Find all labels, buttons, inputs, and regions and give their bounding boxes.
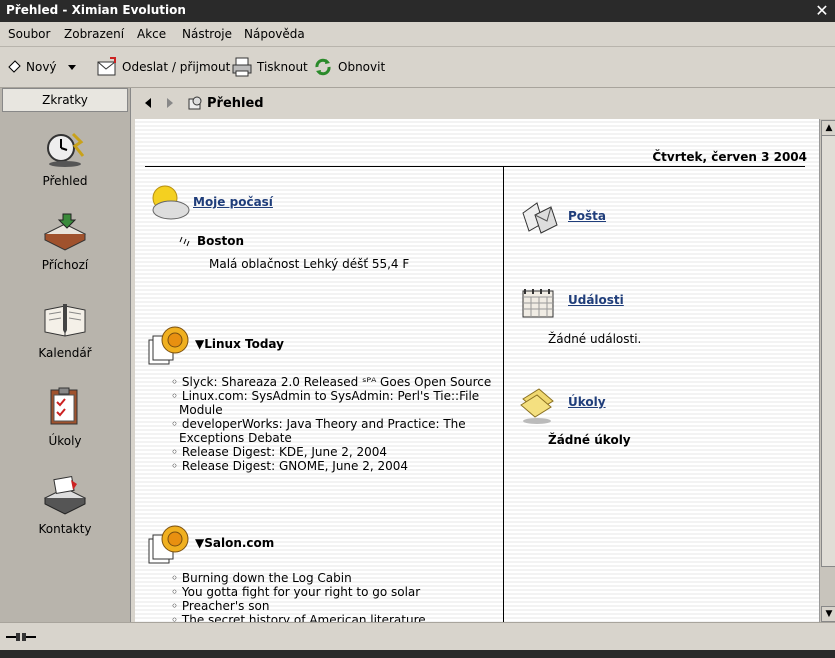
menu-bar: Soubor Zobrazení Akce Nástroje Nápověda: [0, 22, 835, 47]
new-document-icon: [8, 60, 21, 73]
header-divider: [145, 166, 805, 167]
sidebar-item-contacts[interactable]: Kontakty: [0, 474, 130, 536]
status-bar: [0, 622, 835, 651]
clipboard-tasks-icon: [50, 387, 78, 425]
list-item[interactable]: ◦ developerWorks: Java Theory and Practi…: [171, 417, 493, 445]
toolbar: Nový Odeslat / přijmout Tisknout Obnovit: [0, 47, 835, 88]
inbox-tray-icon: [43, 213, 87, 251]
sidebar-item-label: Kontakty: [38, 522, 92, 536]
feed-linux-today-title[interactable]: ▼Linux Today: [195, 337, 284, 351]
menu-zobrazeni[interactable]: Zobrazení: [64, 27, 124, 41]
sidebar-item-label: Kalendář: [38, 346, 92, 360]
list-item[interactable]: ◦ Preacher's son: [171, 599, 493, 613]
feed-title: Linux Today: [204, 337, 284, 351]
feed-item-text: developerWorks: Java Theory and Practice…: [179, 417, 466, 445]
feed-item-text: Release Digest: GNOME, June 2, 2004: [181, 459, 409, 473]
tasks-notes-icon: [520, 388, 554, 424]
feed-item-text: Burning down the Log Cabin: [181, 571, 352, 585]
sidebar-item-tasks[interactable]: Úkoly: [0, 386, 130, 448]
list-item[interactable]: ◦ You gotta fight for your right to go s…: [171, 585, 493, 599]
tasks-link[interactable]: Úkoly: [568, 395, 606, 409]
menu-soubor[interactable]: Soubor: [8, 27, 50, 41]
window-title: Přehled - Ximian Evolution: [6, 3, 186, 17]
menu-nastroje[interactable]: Nástroje: [182, 27, 232, 41]
scrollbar-thumb[interactable]: [821, 135, 835, 567]
close-window-button[interactable]: ✕: [813, 2, 831, 20]
sidebar-item-label: Příchozí: [41, 258, 89, 272]
refresh-button[interactable]: Obnovit: [312, 47, 385, 87]
news-feed-icon: [148, 326, 189, 365]
refresh-label: Obnovit: [338, 60, 386, 74]
title-bar: Přehled - Ximian Evolution ✕: [0, 0, 835, 22]
current-date: Čtvrtek, červen 3 2004: [652, 150, 807, 164]
dropdown-arrow-icon[interactable]: [65, 60, 79, 74]
events-calendar-icon: [522, 289, 554, 318]
shortcuts-sidebar: Zkratky Přehled Příchozí Kalendář Úkoly …: [0, 88, 131, 622]
feed-item-text: Slyck: Shareaza 2.0 Released ˢᴾᴬ Goes Op…: [181, 375, 492, 389]
weather-cloud-sun-icon: [152, 185, 190, 220]
summary-small-icon: [188, 96, 202, 110]
sidebar-item-calendar[interactable]: Kalendář: [0, 300, 130, 360]
scroll-up-arrow-icon[interactable]: ▲: [821, 120, 835, 136]
sidebar-item-label: Úkoly: [48, 434, 82, 448]
list-item[interactable]: ◦ The secret history of American literat…: [171, 613, 493, 622]
sidebar-item-summary[interactable]: Přehled: [0, 128, 130, 188]
column-divider: [503, 167, 504, 622]
print-button[interactable]: Tisknout: [231, 47, 308, 87]
summary-clock-icon: [47, 132, 85, 167]
list-item[interactable]: ◦ Linux.com: SysAdmin to SysAdmin: Perl'…: [171, 389, 493, 417]
events-link[interactable]: Události: [568, 293, 624, 307]
calendar-book-icon: [44, 304, 86, 337]
list-item[interactable]: ◦ Slyck: Shareaza 2.0 Released ˢᴾᴬ Goes …: [171, 375, 493, 389]
online-plug-icon[interactable]: [6, 631, 36, 643]
vertical-scrollbar[interactable]: ▲ ▼: [819, 119, 835, 622]
send-receive-icon: [97, 57, 116, 76]
scroll-down-arrow-icon[interactable]: ▼: [821, 606, 835, 622]
page-title: Přehled: [207, 96, 264, 111]
feed-item-text: Linux.com: SysAdmin to SysAdmin: Perl's …: [179, 389, 480, 417]
send-receive-button[interactable]: Odeslat / přijmout: [96, 47, 230, 87]
sidebar-item-label: Přehled: [42, 174, 88, 188]
news-feed-icon: [148, 525, 189, 564]
list-item[interactable]: ◦ Burning down the Log Cabin: [171, 571, 493, 585]
menu-akce[interactable]: Akce: [137, 27, 166, 41]
back-arrow-icon[interactable]: [143, 97, 153, 109]
feed-item-text: Release Digest: KDE, June 2, 2004: [181, 445, 388, 459]
new-button-label: Nový: [26, 60, 57, 74]
refresh-icon: [315, 58, 331, 76]
new-button[interactable]: Nový: [6, 47, 83, 87]
menu-napoveda[interactable]: Nápověda: [244, 27, 305, 41]
weather-title-link[interactable]: Moje počasí: [193, 195, 273, 209]
feed-linux-today-list: ◦ Slyck: Shareaza 2.0 Released ˢᴾᴬ Goes …: [171, 375, 493, 473]
printer-icon: [232, 57, 252, 77]
events-empty-text: Žádné události.: [548, 332, 642, 346]
print-label: Tisknout: [257, 60, 308, 74]
feed-salon-list: ◦ Burning down the Log Cabin ◦ You gotta…: [171, 571, 493, 622]
feed-item-text: The secret history of American literatur…: [181, 613, 426, 622]
list-item[interactable]: ◦ Release Digest: GNOME, June 2, 2004: [171, 459, 493, 473]
weather-city: Boston: [197, 234, 245, 248]
window-bottom-border: [0, 650, 835, 658]
mail-envelopes-icon: [522, 202, 558, 234]
summary-view: Čtvrtek, červen 3 2004 Moje počasí Bosto…: [135, 119, 819, 622]
sidebar-item-inbox[interactable]: Příchozí: [0, 212, 130, 272]
forward-arrow-icon[interactable]: [165, 97, 175, 109]
send-receive-label: Odeslat / přijmout: [122, 60, 231, 74]
tasks-empty-text: Žádné úkoly: [548, 433, 631, 447]
list-item[interactable]: ◦ Release Digest: KDE, June 2, 2004: [171, 445, 493, 459]
content-header: Přehled: [135, 88, 835, 118]
feed-salon-title[interactable]: ▼Salon.com: [195, 536, 274, 550]
weather-city-suffix: :: [239, 234, 244, 248]
feed-item-text: Preacher's son: [181, 599, 270, 613]
light-rain-icon: [179, 236, 190, 247]
contacts-cards-icon: [43, 475, 87, 515]
mail-link[interactable]: Pošta: [568, 209, 606, 223]
shortcuts-header[interactable]: Zkratky: [2, 88, 128, 112]
feed-item-text: You gotta fight for your right to go sol…: [181, 585, 421, 599]
feed-title: Salon.com: [204, 536, 275, 550]
weather-conditions: Malá oblačnost Lehký déšť 55,4 F: [209, 257, 410, 271]
